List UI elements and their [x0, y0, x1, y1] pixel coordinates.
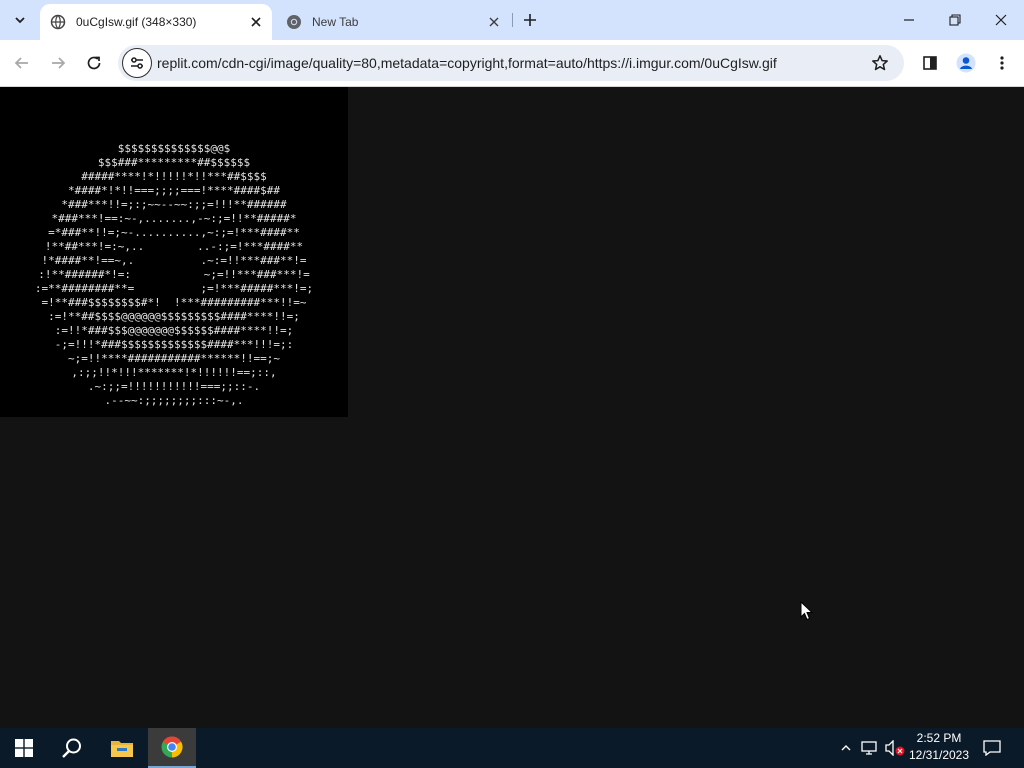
side-panel-icon — [923, 56, 937, 70]
arrow-right-icon — [52, 57, 66, 69]
folder-icon — [111, 741, 133, 757]
show-hidden-icons-button[interactable] — [836, 728, 856, 768]
search-button[interactable] — [48, 728, 96, 768]
tab-new-tab[interactable]: New Tab — [278, 4, 510, 40]
close-icon[interactable] — [484, 12, 504, 32]
search-icon — [62, 738, 81, 758]
minimize-icon — [904, 19, 914, 21]
tab-title: 0uCgIsw.gif (348×330) — [76, 15, 197, 29]
image-favicon-icon — [50, 14, 66, 30]
reload-icon — [87, 56, 101, 70]
tab-gif[interactable]: 0uCgIsw.gif (348×330) — [40, 4, 272, 40]
address-bar[interactable]: replit.com/cdn-cgi/image/quality=80,meta… — [118, 45, 904, 81]
chrome-favicon-icon — [286, 14, 302, 30]
plus-icon — [524, 14, 536, 26]
chrome-icon — [161, 736, 183, 758]
side-panel-button[interactable] — [916, 49, 944, 77]
start-button[interactable] — [0, 728, 48, 768]
site-info-button[interactable] — [122, 48, 152, 78]
star-icon — [872, 55, 888, 71]
tab-separator — [512, 13, 513, 27]
back-button[interactable] — [8, 49, 36, 77]
network-button[interactable] — [858, 728, 882, 768]
chrome-button[interactable] — [148, 728, 196, 768]
browser-menu-button[interactable] — [988, 49, 1016, 77]
more-vert-icon — [1000, 56, 1004, 70]
notification-icon — [983, 740, 1001, 756]
close-icon — [995, 14, 1007, 26]
avatar-icon — [956, 53, 976, 73]
mouse-cursor-icon — [800, 601, 814, 621]
restore-icon — [949, 14, 961, 26]
forward-button[interactable] — [44, 49, 72, 77]
clock-date: 12/31/2023 — [908, 748, 970, 762]
clock-time: 2:52 PM — [916, 731, 962, 745]
new-tab-button[interactable] — [518, 8, 542, 32]
minimize-button[interactable] — [886, 0, 932, 40]
windows-taskbar: 2:52 PM 12/31/2023 — [0, 728, 1024, 768]
chevron-up-icon — [841, 745, 851, 751]
close-window-button[interactable] — [978, 0, 1024, 40]
gif-image[interactable]: $$$$$$$$$$$$$$@@$ $$$###*********##$$$$$… — [0, 87, 348, 417]
taskbar-clock[interactable]: 2:52 PM 12/31/2023 — [904, 730, 974, 766]
bookmark-star-button[interactable] — [868, 51, 892, 75]
tune-icon — [131, 57, 143, 69]
page-viewport: $$$$$$$$$$$$$$@@$ $$$###*********##$$$$$… — [0, 87, 1024, 728]
close-icon[interactable] — [246, 12, 266, 32]
tab-title: New Tab — [312, 15, 359, 29]
ascii-art-face: $$$$$$$$$$$$$$@@$ $$$###*********##$$$$$… — [34, 142, 314, 407]
network-icon — [861, 741, 877, 755]
reload-button[interactable] — [80, 49, 108, 77]
arrow-left-icon — [14, 57, 28, 69]
windows-logo-icon — [15, 739, 33, 757]
url-text[interactable]: replit.com/cdn-cgi/image/quality=80,meta… — [157, 45, 847, 81]
browser-toolbar: replit.com/cdn-cgi/image/quality=80,meta… — [0, 40, 1024, 87]
file-explorer-button[interactable] — [98, 728, 146, 768]
tab-strip: 0uCgIsw.gif (348×330) New Tab — [0, 0, 1024, 40]
notifications-button[interactable] — [978, 728, 1006, 768]
restore-button[interactable] — [932, 0, 978, 40]
profile-button[interactable] — [952, 49, 980, 77]
tab-search-button[interactable] — [6, 6, 34, 34]
chevron-down-icon — [15, 17, 25, 24]
